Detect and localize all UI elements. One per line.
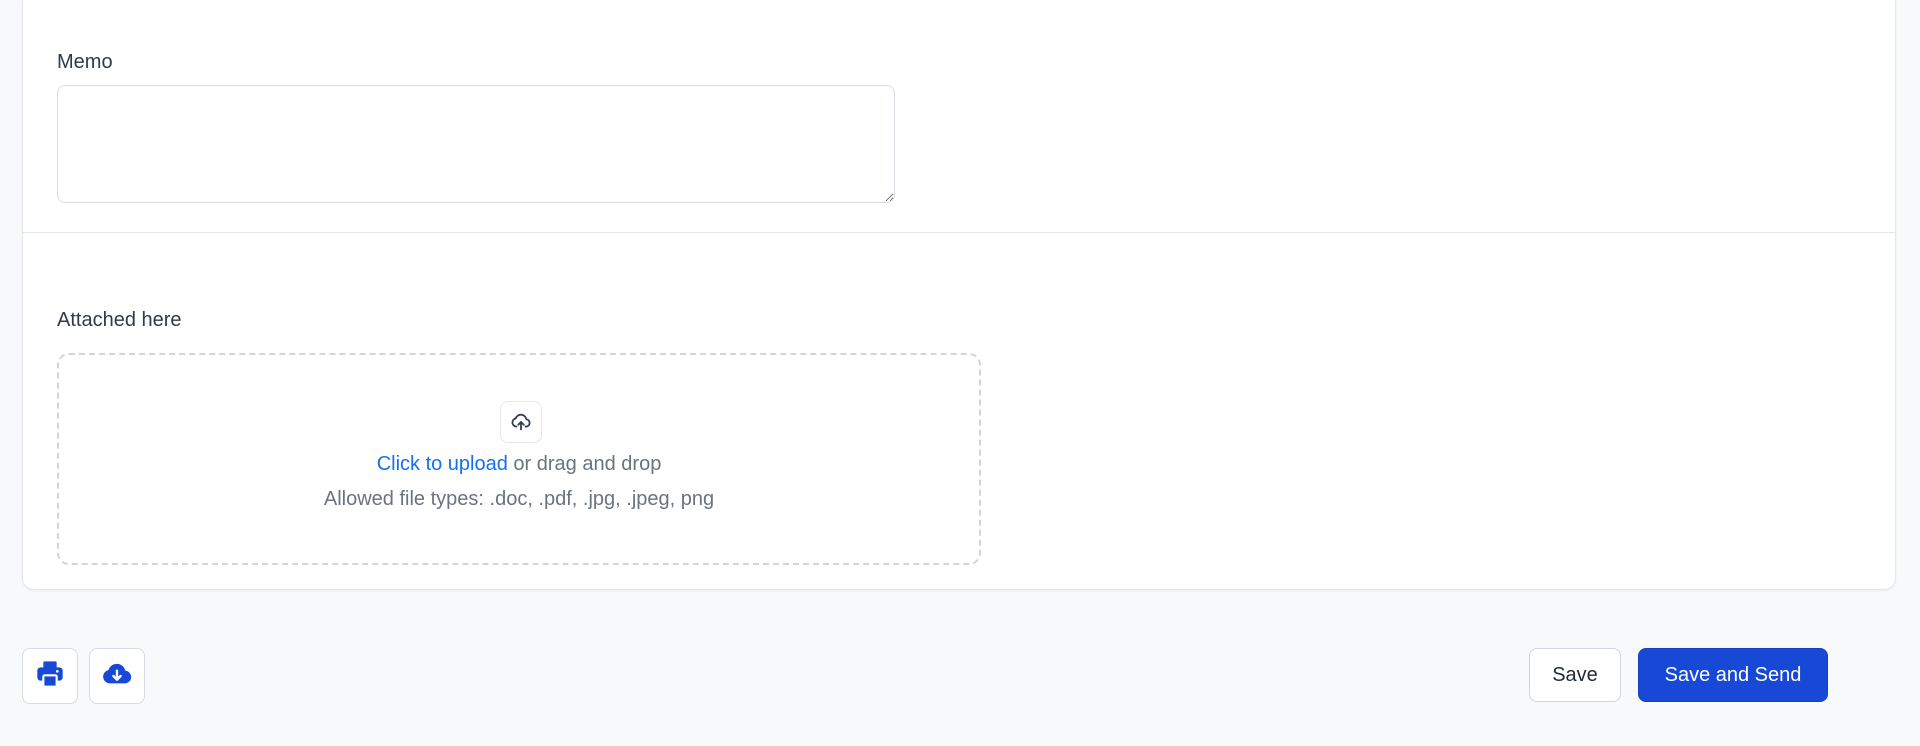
- file-dropzone[interactable]: Click to upload or drag and drop Allowed…: [57, 353, 981, 565]
- memo-textarea[interactable]: [57, 85, 895, 203]
- save-button[interactable]: Save: [1529, 648, 1621, 702]
- cloud-download-icon: [101, 658, 133, 695]
- allowed-file-types: Allowed file types: .doc, .pdf, .jpg, .j…: [323, 488, 715, 510]
- click-to-upload-link[interactable]: Click to upload: [377, 453, 508, 475]
- form-card: Memo Attached here Click to upload or dr…: [22, 0, 1896, 590]
- upload-instructions: Click to upload or drag and drop: [59, 453, 979, 476]
- save-and-send-button[interactable]: Save and Send: [1638, 648, 1828, 702]
- memo-label: Memo: [57, 51, 113, 73]
- drag-drop-text: or drag and drop: [507, 453, 662, 475]
- printer-icon: [34, 658, 66, 695]
- download-button[interactable]: [89, 648, 145, 704]
- section-divider: [23, 232, 1895, 233]
- attachments-label: Attached here: [57, 309, 182, 331]
- cloud-upload-icon: [500, 401, 542, 443]
- print-button[interactable]: [22, 648, 78, 704]
